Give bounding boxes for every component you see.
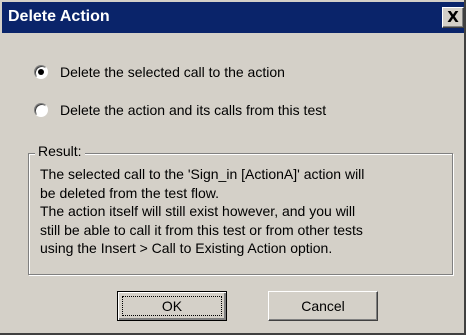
close-icon: X	[447, 8, 459, 26]
ok-button-label: OK	[161, 298, 183, 314]
option-delete-action-label: Delete the action and its calls from thi…	[60, 102, 327, 118]
close-button[interactable]: X	[442, 7, 464, 28]
option-delete-call[interactable]: Delete the selected call to the action	[34, 61, 285, 83]
option-delete-call-label: Delete the selected call to the action	[60, 64, 285, 80]
title-bar: Delete Action X	[2, 2, 464, 33]
cancel-button-label: Cancel	[301, 298, 345, 314]
result-line: be deleted from the test flow.	[40, 184, 219, 201]
option-delete-action[interactable]: Delete the action and its calls from thi…	[34, 99, 326, 121]
result-line: using the Insert > Call to Existing Acti…	[40, 240, 333, 257]
result-legend: Result:	[35, 143, 85, 159]
ok-button[interactable]: OK	[117, 291, 227, 321]
dialog-title: Delete Action	[8, 8, 110, 25]
result-text: The selected call to the 'Sign_in [Actio…	[40, 165, 450, 258]
result-line: still be able to call it from this test …	[40, 221, 363, 238]
radio-checked-icon[interactable]	[34, 65, 48, 79]
cancel-button[interactable]: Cancel	[268, 291, 378, 321]
radio-unchecked-icon[interactable]	[34, 103, 48, 117]
result-line: The selected call to the 'Sign_in [Actio…	[40, 166, 365, 182]
delete-action-dialog: Delete Action X Delete the selected call…	[0, 0, 466, 335]
result-line: The action itself will still exist howev…	[40, 203, 356, 220]
